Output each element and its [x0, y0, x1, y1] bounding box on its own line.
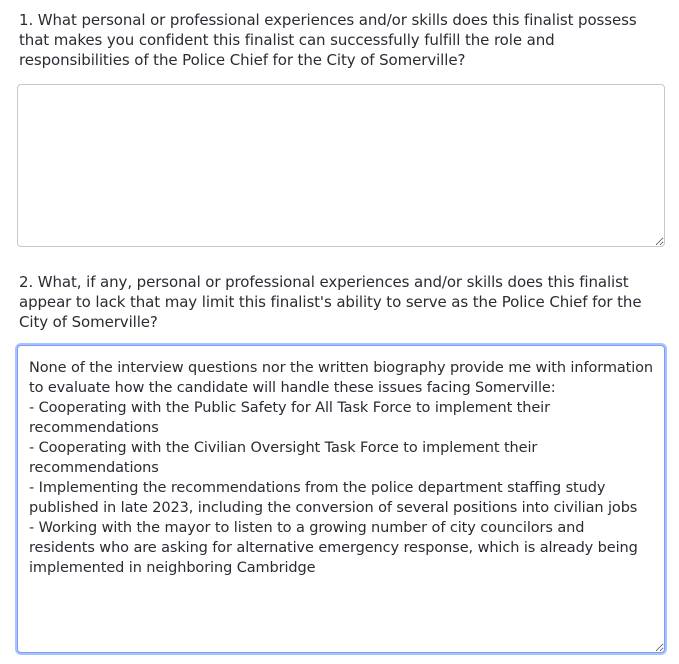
question-2-label: 2. What, if any, personal or professiona… [19, 273, 642, 331]
question-1-answer-textarea[interactable] [17, 84, 665, 247]
question-1-label: 1. What personal or professional experie… [19, 11, 637, 69]
question-2-answer-textarea[interactable]: None of the interview questions nor the … [17, 345, 665, 653]
